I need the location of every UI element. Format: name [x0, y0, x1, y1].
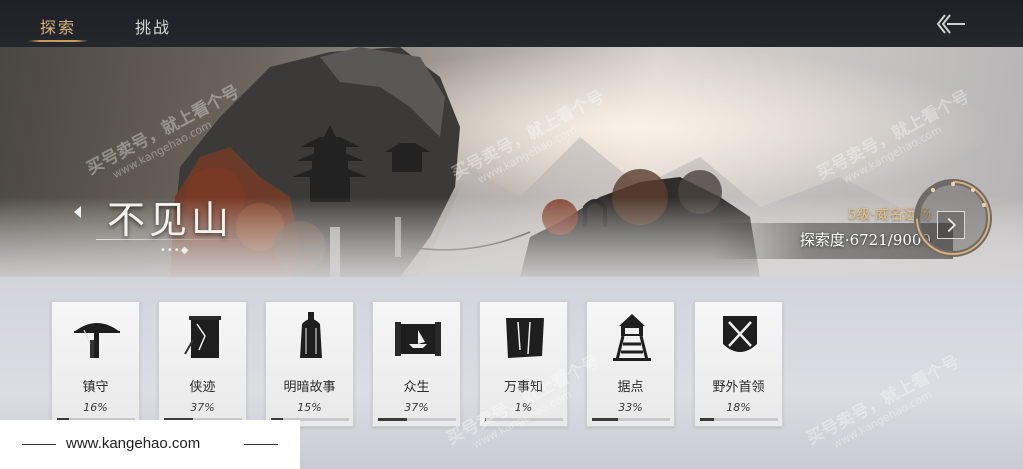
feature-card-label: 众生 [403, 380, 430, 395]
site-label-box: www.kangehao.com [0, 420, 300, 469]
site-label-line-left [22, 444, 56, 445]
scroll-banner-icon [184, 316, 221, 358]
feature-card-progress-bar [485, 418, 563, 421]
feature-card[interactable]: 侠迹 37% [158, 301, 247, 427]
feature-card[interactable]: 镇守 16% [51, 301, 140, 427]
region-name-divider [96, 239, 246, 240]
feature-card-progress-bar [700, 418, 778, 421]
top-bar: 探索 挑战 [0, 0, 1023, 47]
crossed-swords-shield-icon [723, 316, 757, 352]
tab-challenge[interactable]: 挑战 [135, 14, 171, 38]
feature-card-percent: 37% [190, 401, 215, 414]
feature-card-percent: 1% [514, 401, 533, 414]
chevron-right-icon [947, 217, 957, 233]
torn-map-icon [506, 318, 544, 358]
bell-icon [300, 312, 322, 358]
tab-explore-label: 探索 [40, 18, 77, 37]
feature-card-label: 明暗故事 [283, 380, 336, 395]
feature-card-label: 野外首领 [712, 380, 765, 395]
back-arrow-icon[interactable] [935, 12, 967, 36]
feature-card-progress-bar [378, 418, 456, 421]
scroll-boat-icon [395, 322, 441, 356]
feature-card-percent: 37% [404, 401, 429, 414]
feature-card-progress-fill [378, 418, 407, 421]
feature-card-percent: 15% [297, 401, 322, 414]
feature-card[interactable]: 据点 33% [586, 301, 675, 427]
feature-card[interactable]: 明暗故事 15% [265, 301, 354, 427]
feature-card-label: 镇守 [82, 380, 109, 395]
tab-challenge-label: 挑战 [135, 18, 172, 37]
umbrella-hat-icon [74, 323, 120, 358]
feature-card-percent: 18% [726, 401, 751, 414]
feature-card-progress-fill [485, 418, 486, 421]
feature-card[interactable]: 野外首领 18% [694, 301, 783, 427]
site-label: www.kangehao.com [66, 435, 201, 452]
feature-card[interactable]: 众生 37% [372, 301, 461, 427]
feature-card-percent: 16% [83, 401, 108, 414]
region-page-dots: •••◆ [160, 245, 190, 256]
site-label-line-right [244, 444, 278, 445]
region-banner: 不见山 •••◆ 5级·威名远扬 探索度·6721/9000 [0, 47, 1023, 277]
next-region-button[interactable] [937, 211, 965, 239]
feature-card-progress-fill [592, 418, 618, 421]
feature-card[interactable]: 万事知 1% [479, 301, 568, 427]
previous-region-arrow-icon[interactable] [72, 205, 82, 219]
feature-card-label: 据点 [617, 380, 644, 395]
region-name: 不见山 [107, 198, 234, 242]
feature-card-label: 万事知 [503, 380, 543, 395]
tab-explore[interactable]: 探索 [28, 14, 88, 42]
feature-card-progress-bar [592, 418, 670, 421]
active-tab-underline [28, 40, 88, 42]
watchtower-icon [613, 314, 651, 361]
feature-card-percent: 33% [618, 401, 643, 414]
feature-card-progress-fill [700, 418, 715, 421]
feature-card-label: 侠迹 [189, 380, 216, 395]
